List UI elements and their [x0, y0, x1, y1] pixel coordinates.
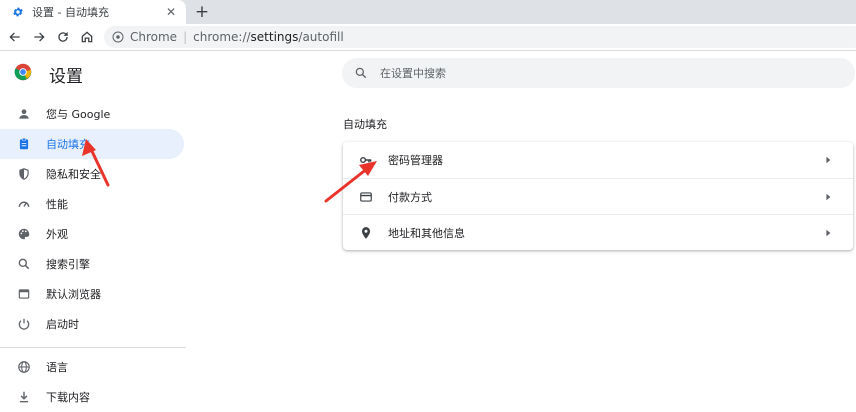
sidebar-item-label: 启动时 [46, 318, 79, 331]
row-addresses[interactable]: 地址和其他信息 [343, 214, 853, 251]
search-icon [17, 257, 31, 271]
settings-search[interactable] [342, 58, 855, 88]
download-icon [17, 390, 31, 404]
row-label: 付款方式 [388, 191, 432, 204]
globe-icon [17, 360, 31, 374]
reload-button[interactable] [54, 28, 72, 46]
sidebar-item-appearance[interactable]: 外观 [0, 219, 184, 249]
home-button[interactable] [78, 28, 96, 46]
omnibox-separator: | [183, 30, 188, 44]
forward-arrow-icon [34, 32, 45, 42]
sidebar-item-label: 默认浏览器 [46, 288, 101, 301]
sidebar-item-downloads[interactable]: 下载内容 [0, 382, 184, 412]
search-icon [354, 66, 368, 80]
reload-icon [58, 31, 68, 42]
sidebar-item-languages[interactable]: 语言 [0, 352, 184, 382]
sidebar-item-label: 语言 [46, 361, 68, 374]
sidebar-divider [0, 347, 186, 348]
back-arrow-icon [9, 32, 20, 42]
tab-close-button[interactable]: ✕ [166, 5, 176, 19]
shield-icon [17, 167, 31, 181]
row-label: 密码管理器 [388, 154, 443, 167]
toolbar: Chrome | chrome://settings/autofill [0, 24, 856, 51]
sidebar-item-label: 自动填充 [46, 138, 90, 151]
back-button[interactable] [6, 28, 24, 46]
sidebar-item-label: 性能 [46, 198, 68, 211]
sidebar-item-you-and-google[interactable]: 您与 Google [0, 99, 184, 129]
sidebar-item-label: 隐私和安全 [46, 168, 101, 181]
sidebar-item-performance[interactable]: 性能 [0, 189, 184, 219]
sidebar-item-on-startup[interactable]: 启动时 [0, 309, 184, 339]
sidebar-item-privacy[interactable]: 隐私和安全 [0, 159, 184, 189]
sidebar-item-default-browser[interactable]: 默认浏览器 [0, 279, 184, 309]
page-title: 设置 [49, 67, 83, 87]
location-pin-icon [359, 226, 373, 240]
address-bar[interactable]: Chrome | chrome://settings/autofill [104, 26, 856, 48]
chrome-logo-icon [14, 63, 32, 81]
browser-icon [17, 287, 31, 301]
power-icon [17, 317, 31, 331]
sidebar-item-label: 外观 [46, 228, 68, 241]
omnibox-url: chrome://settings/autofill [193, 30, 344, 44]
credit-card-icon [359, 190, 373, 204]
speedometer-icon [17, 197, 31, 211]
chevron-right-icon [823, 228, 833, 238]
sidebar-item-search-engine[interactable]: 搜索引擎 [0, 249, 184, 279]
settings-search-input[interactable] [378, 65, 822, 81]
key-icon [359, 153, 373, 167]
chevron-right-icon [823, 192, 833, 202]
sidebar-item-label: 下载内容 [46, 391, 90, 404]
chrome-icon [112, 31, 124, 43]
row-label: 地址和其他信息 [388, 227, 465, 240]
home-icon [81, 31, 93, 43]
gear-icon [12, 6, 24, 18]
tab-strip: 设置 - 自动填充 ✕ + [0, 0, 856, 24]
chevron-right-icon [823, 155, 833, 165]
new-tab-button[interactable]: + [192, 2, 212, 22]
row-payment-methods[interactable]: 付款方式 [343, 178, 853, 215]
forward-button[interactable] [30, 28, 48, 46]
omnibox-site-label: Chrome [130, 30, 178, 44]
palette-icon [17, 227, 31, 241]
sidebar-item-label: 搜索引擎 [46, 258, 90, 271]
sidebar-item-label: 您与 Google [46, 108, 111, 121]
sidebar-item-autofill[interactable]: 自动填充 [0, 129, 184, 159]
tab-title: 设置 - 自动填充 [32, 6, 109, 19]
person-icon [17, 107, 31, 121]
row-password-manager[interactable]: 密码管理器 [343, 142, 853, 178]
clipboard-icon [17, 137, 31, 151]
autofill-card: 密码管理器 付款方式 地址和其他信息 [343, 142, 853, 250]
section-title-autofill: 自动填充 [343, 118, 387, 131]
tab-settings-autofill[interactable]: 设置 - 自动填充 ✕ [0, 0, 186, 24]
